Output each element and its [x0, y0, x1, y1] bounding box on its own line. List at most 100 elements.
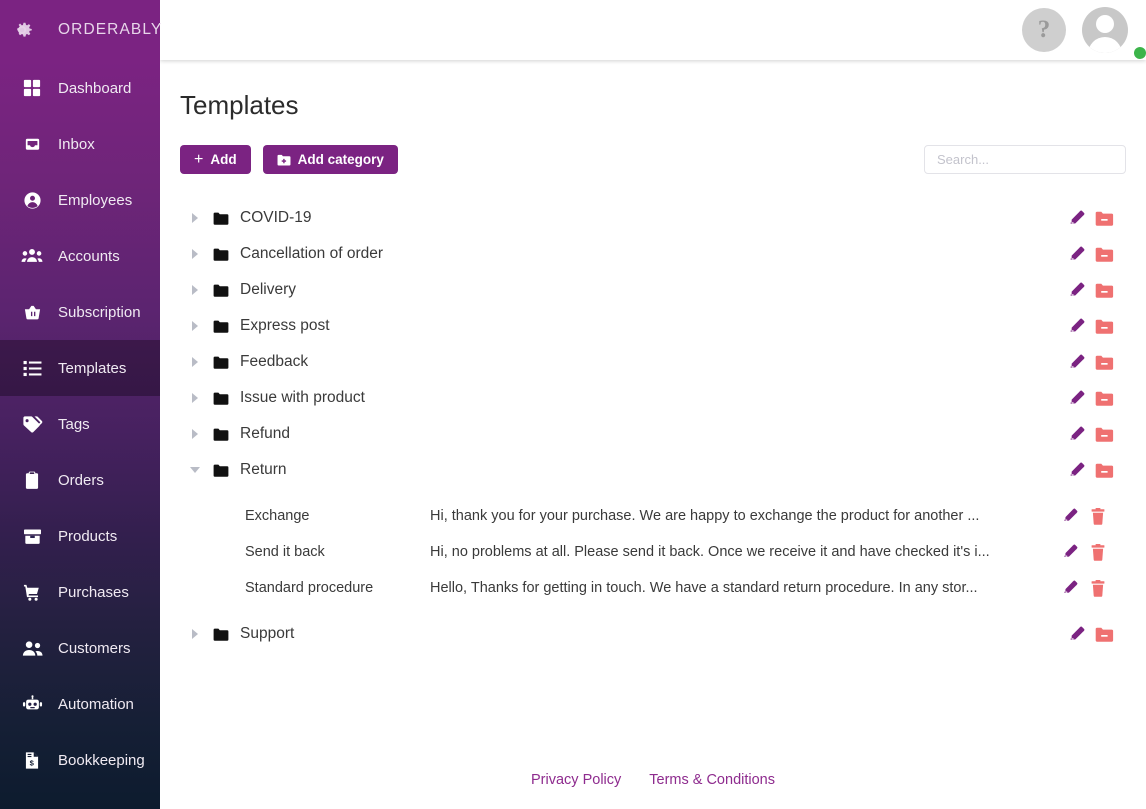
pencil-icon[interactable] — [1062, 620, 1090, 648]
app-root: ORDERABLY Dashboard Inbox Employees Acco… — [0, 0, 1146, 809]
sidebar-item-products[interactable]: Products — [0, 508, 160, 564]
user-circle-icon — [20, 191, 44, 210]
category-name: Refund — [240, 425, 290, 442]
folder-minus-icon[interactable] — [1090, 456, 1118, 484]
chevron-right-icon[interactable] — [186, 213, 204, 223]
sidebar-item-label: Accounts — [58, 247, 120, 265]
folder-minus-icon[interactable] — [1090, 620, 1118, 648]
trash-icon[interactable] — [1084, 574, 1112, 602]
sidebar-item-subscription[interactable]: Subscription — [0, 284, 160, 340]
folder-icon — [210, 320, 232, 333]
brand-logo[interactable]: ORDERABLY — [0, 0, 163, 60]
pencil-icon[interactable] — [1062, 348, 1090, 376]
category-actions — [1062, 348, 1118, 376]
category-row[interactable]: Support — [180, 616, 1126, 652]
sidebar-item-purchases[interactable]: Purchases — [0, 564, 160, 620]
chevron-right-icon[interactable] — [186, 321, 204, 331]
folder-minus-icon[interactable] — [1090, 312, 1118, 340]
chevron-right-icon[interactable] — [186, 629, 204, 639]
chevron-right-icon[interactable] — [186, 429, 204, 439]
main-area: ? Templates + Add Add category Search...… — [160, 0, 1146, 809]
category-row[interactable]: Cancellation of order — [180, 236, 1126, 272]
chevron-right-icon[interactable] — [186, 249, 204, 259]
template-row[interactable]: Exchange Hi, thank you for your purchase… — [180, 498, 1126, 534]
folder-minus-icon[interactable] — [1090, 420, 1118, 448]
pencil-icon[interactable] — [1062, 204, 1090, 232]
template-row[interactable]: Standard procedure Hello, Thanks for get… — [180, 570, 1126, 606]
sidebar-item-label: Employees — [58, 191, 133, 209]
category-row[interactable]: Feedback — [180, 344, 1126, 380]
chevron-right-icon[interactable] — [186, 285, 204, 295]
sidebar-item-label: Dashboard — [58, 79, 132, 97]
category-name: Issue with product — [240, 389, 365, 406]
privacy-policy-link[interactable]: Privacy Policy — [531, 772, 621, 788]
list-icon — [20, 360, 44, 377]
sidebar-item-label: Templates — [58, 359, 127, 377]
terms-conditions-link[interactable]: Terms & Conditions — [649, 772, 775, 788]
folder-minus-icon[interactable] — [1090, 240, 1118, 268]
pencil-icon[interactable] — [1056, 538, 1084, 566]
search-input[interactable] — [924, 145, 1126, 174]
pencil-icon[interactable] — [1062, 240, 1090, 268]
folder-minus-icon[interactable] — [1090, 384, 1118, 412]
chevron-right-icon[interactable] — [186, 393, 204, 403]
add-button[interactable]: + Add — [180, 145, 251, 174]
template-name: Send it back — [245, 544, 325, 560]
sidebar-item-accounts[interactable]: Accounts — [0, 228, 160, 284]
add-category-button-label: Add category — [297, 152, 384, 167]
sidebar-item-label: Products — [58, 527, 118, 545]
category-row[interactable]: Issue with product — [180, 380, 1126, 416]
pencil-icon[interactable] — [1056, 502, 1084, 530]
add-category-button[interactable]: Add category — [262, 145, 398, 174]
page-title: Templates — [180, 90, 299, 120]
gear-icon — [8, 16, 36, 44]
avatar-body — [1088, 37, 1122, 53]
sidebar-item-orders[interactable]: Orders — [0, 452, 160, 508]
sidebar-item-label: Bookkeeping — [58, 751, 145, 769]
category-row[interactable]: Delivery — [180, 272, 1126, 308]
pencil-icon[interactable] — [1056, 574, 1084, 602]
category-row[interactable]: Refund — [180, 416, 1126, 452]
sidebar-item-dashboard[interactable]: Dashboard — [0, 60, 160, 116]
sidebar: ORDERABLY Dashboard Inbox Employees Acco… — [0, 0, 163, 809]
sidebar-item-label: Customers — [58, 639, 131, 657]
sidebar-item-label: Inbox — [58, 135, 95, 153]
pencil-icon[interactable] — [1062, 276, 1090, 304]
folder-minus-icon[interactable] — [1090, 204, 1118, 232]
pencil-icon[interactable] — [1062, 312, 1090, 340]
trash-icon[interactable] — [1084, 538, 1112, 566]
pencil-icon[interactable] — [1062, 456, 1090, 484]
template-row[interactable]: Send it back Hi, no problems at all. Ple… — [180, 534, 1126, 570]
folder-plus-icon — [277, 154, 291, 166]
plus-icon: + — [194, 150, 204, 168]
sidebar-item-inbox[interactable]: Inbox — [0, 116, 160, 172]
sidebar-item-bookkeeping[interactable]: $ Bookkeeping — [0, 732, 160, 788]
avatar-head — [1096, 15, 1114, 33]
brand-name: ORDERABLY — [58, 21, 163, 38]
folder-icon — [210, 248, 232, 261]
sidebar-item-templates[interactable]: Templates — [0, 340, 160, 396]
category-name: COVID-19 — [240, 209, 312, 226]
sidebar-item-employees[interactable]: Employees — [0, 172, 160, 228]
chevron-down-icon[interactable] — [186, 467, 204, 473]
folder-icon — [210, 356, 232, 369]
sidebar-item-tags[interactable]: Tags — [0, 396, 160, 452]
pencil-icon[interactable] — [1062, 420, 1090, 448]
chevron-right-icon[interactable] — [186, 357, 204, 367]
folder-minus-icon[interactable] — [1090, 348, 1118, 376]
sidebar-item-automation[interactable]: Automation — [0, 676, 160, 732]
pencil-icon[interactable] — [1062, 384, 1090, 412]
question-mark-icon[interactable]: ? — [1022, 8, 1066, 52]
avatar[interactable] — [1082, 7, 1128, 53]
status-badge — [1134, 47, 1146, 59]
sidebar-item-customers[interactable]: Customers — [0, 620, 160, 676]
templates-tree: COVID-19 Cancellation of order Delivery … — [180, 200, 1126, 652]
category-row[interactable]: Express post — [180, 308, 1126, 344]
category-row[interactable]: Return — [180, 452, 1126, 488]
trash-icon[interactable] — [1084, 502, 1112, 530]
folder-minus-icon[interactable] — [1090, 276, 1118, 304]
folder-icon — [210, 284, 232, 297]
folder-icon — [210, 392, 232, 405]
category-row[interactable]: COVID-19 — [180, 200, 1126, 236]
